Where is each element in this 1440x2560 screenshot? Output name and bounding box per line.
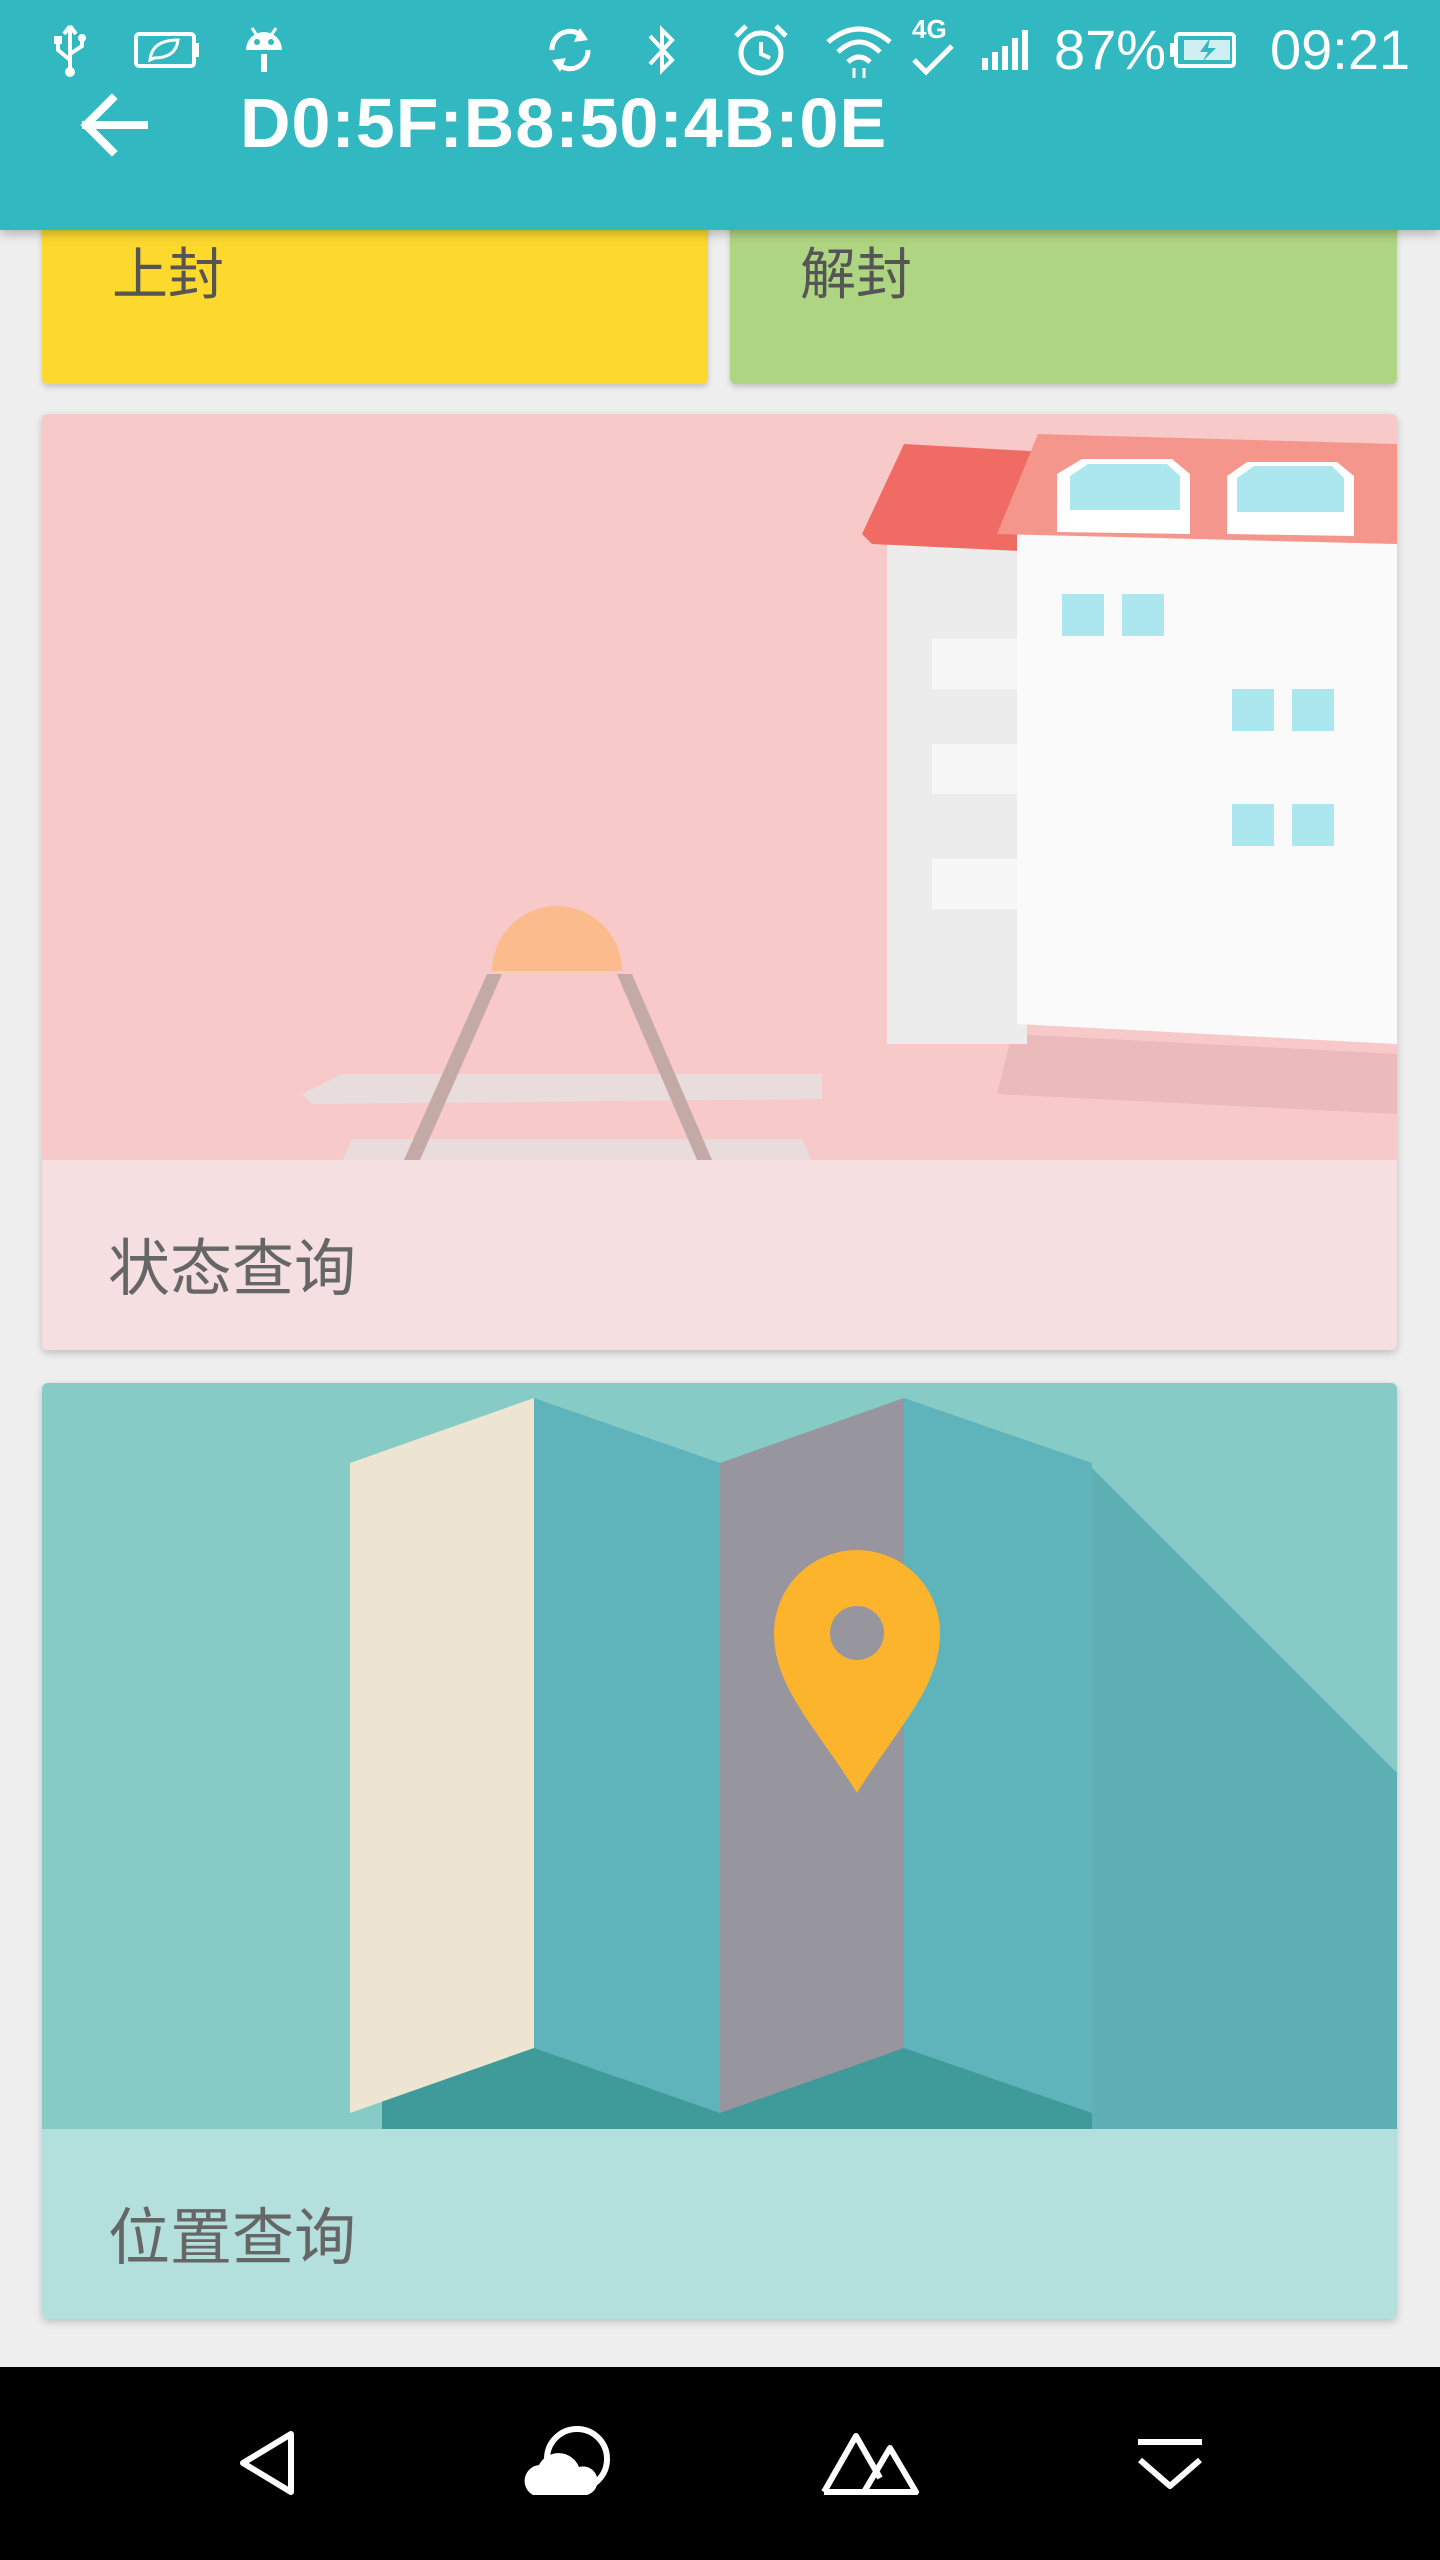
content-scroll[interactable]: 上封 解封 状态查询 位置查询 [0,230,1440,2367]
nav-home-button[interactable] [510,2403,630,2523]
map-pin-illustration [42,1383,1397,2129]
seal-button[interactable]: 上封 [42,230,708,384]
usb-icon [48,20,92,80]
status-query-label: 状态查询 [108,1232,357,1305]
navigation-bar [0,2367,1440,2560]
location-query-label: 位置查询 [108,2201,357,2274]
network-4g-icon: 4G [910,14,956,80]
page-title: D0:5F:B8:50:4B:0E [240,84,888,162]
unseal-label: 解封 [800,243,912,308]
back-triangle-icon [240,2431,294,2495]
seal-label: 上封 [112,243,224,308]
nav-gallery-button[interactable] [810,2403,930,2523]
building-illustration [42,414,1397,1160]
battery-percent: 87% [1054,18,1167,81]
wifi-icon [824,20,894,80]
back-button[interactable] [70,80,160,170]
bluetooth-icon [642,20,682,80]
nav-notifications-button[interactable] [1110,2403,1230,2523]
mountain-icon [821,2433,919,2495]
location-query-card[interactable]: 位置查询 [42,1383,1397,2319]
location-query-footer: 位置查询 [42,2129,1397,2319]
nav-back-button[interactable] [210,2403,330,2523]
arrow-left-icon [80,93,148,157]
battery-charging-icon [1170,20,1242,80]
signal-icon [980,20,1036,80]
status-query-footer: 状态查询 [42,1160,1397,1350]
battery-saver-icon [132,20,202,80]
unseal-button[interactable]: 解封 [730,230,1397,384]
sync-icon [540,20,600,80]
weather-cloud-icon [524,2426,610,2495]
alarm-icon [730,20,792,80]
app-bar: 4G 87% 09:21 D0:5F:B8:50:4B:0E [0,0,1440,230]
notification-shade-icon [1138,2439,1202,2489]
clock: 09:21 [1270,18,1411,81]
status-query-card[interactable]: 状态查询 [42,414,1397,1350]
android-debug-icon [240,20,288,80]
